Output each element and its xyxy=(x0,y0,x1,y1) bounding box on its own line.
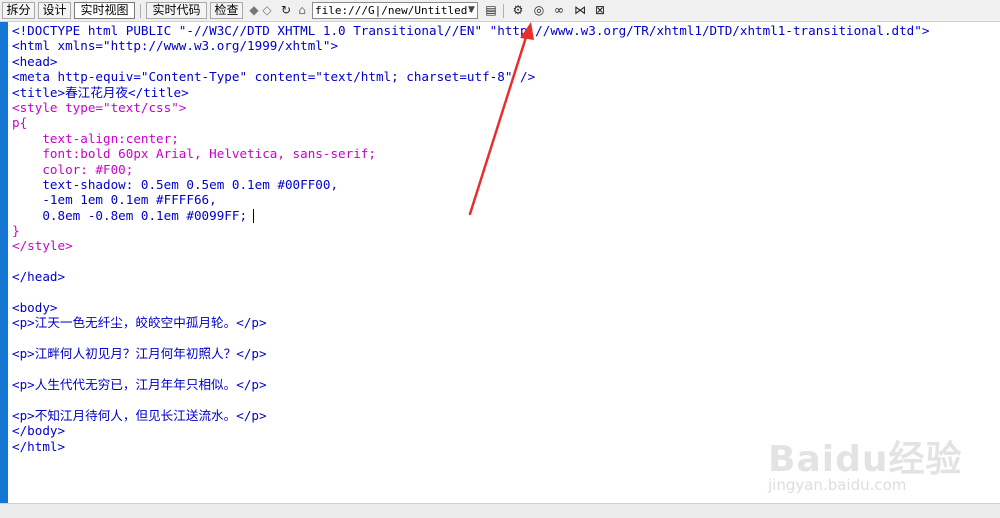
binoculars-icon[interactable]: ∞ xyxy=(550,2,568,19)
status-bar xyxy=(0,503,1000,518)
address-bar-input[interactable]: file:///G|/new/Untitled- xyxy=(312,2,478,19)
page-options-icon[interactable]: ▤ xyxy=(482,2,500,19)
code-line-text: 0.8em -0.8em 0.1em #0099FF; xyxy=(12,207,248,223)
toolbar-divider xyxy=(503,4,504,18)
dropdown-icon[interactable]: ▼ xyxy=(465,2,478,19)
code-line: <body> xyxy=(12,300,58,316)
code-line: text-shadow: 0.5em 0.5em 0.1em #00FF00, xyxy=(12,176,339,192)
code-line: <style type="text/css"> xyxy=(12,99,187,115)
code-line: <p>江天一色无纤尘，皎皎空中孤月轮。</p> xyxy=(12,315,267,331)
code-line: <p>人生代代无穷已，江月年年只相似。</p> xyxy=(12,376,267,392)
code-line: <title>春江花月夜</title> xyxy=(12,84,189,100)
live-view-button[interactable]: 实时视图 xyxy=(74,2,135,19)
browser-check-icon[interactable]: ⚙ xyxy=(508,2,528,19)
watermark-url: jingyan.baidu.com xyxy=(768,476,907,494)
code-line: font:bold 60px Arial, Helvetica, sans-se… xyxy=(12,146,376,162)
text-cursor xyxy=(253,209,254,223)
code-line-with-cursor: 0.8em -0.8em 0.1em #0099FF; xyxy=(12,208,929,223)
design-view-button[interactable]: 设计 xyxy=(38,2,71,19)
code-line: <html xmlns="http://www.w3.org/1999/xhtm… xyxy=(12,38,339,54)
editor-gutter xyxy=(0,22,8,503)
code-line: <meta http-equiv="Content-Type" content=… xyxy=(12,69,536,85)
code-line: <p>不知江月待何人，但见长江送流水。</p> xyxy=(12,407,267,423)
toolbar-divider xyxy=(140,4,141,18)
code-line: </style> xyxy=(12,238,73,254)
code-line: </head> xyxy=(12,269,66,285)
forward-arrow-icon[interactable]: ◇ xyxy=(261,2,273,19)
split-view-button[interactable]: 拆分 xyxy=(2,2,35,19)
code-line: p{ xyxy=(12,115,28,131)
code-editor[interactable]: <!DOCTYPE html PUBLIC "-//W3C//DTD XHTML… xyxy=(12,23,929,454)
code-line: text-align:center; xyxy=(12,130,179,146)
code-line: <!DOCTYPE html PUBLIC "-//W3C//DTD XHTML… xyxy=(12,23,930,38)
live-code-button[interactable]: 实时代码 xyxy=(146,2,207,19)
document-toolbar: 拆分 设计 实时视图 实时代码 检查 ◆ ◇ ↻ ⌂ file:///G|/ne… xyxy=(0,0,1000,22)
visual-aids-icon[interactable]: ⊠ xyxy=(591,2,609,19)
preview-icon[interactable]: ◎ xyxy=(530,2,548,19)
inspect-button[interactable]: 检查 xyxy=(210,2,243,19)
code-line: </html> xyxy=(12,438,66,454)
back-arrow-icon[interactable]: ◆ xyxy=(248,2,260,19)
tree-icon[interactable]: ⋈ xyxy=(571,2,589,19)
code-line: -1em 1em 0.1em #FFFF66, xyxy=(12,192,217,208)
code-line: </body> xyxy=(12,423,66,439)
code-line: <head> xyxy=(12,53,58,69)
code-line: } xyxy=(12,223,20,239)
refresh-icon[interactable]: ↻ xyxy=(279,2,293,19)
code-line: <p>江畔何人初见月？江月何年初照人？</p> xyxy=(12,346,267,362)
code-line: color: #F00; xyxy=(12,161,134,177)
home-icon[interactable]: ⌂ xyxy=(295,2,309,19)
